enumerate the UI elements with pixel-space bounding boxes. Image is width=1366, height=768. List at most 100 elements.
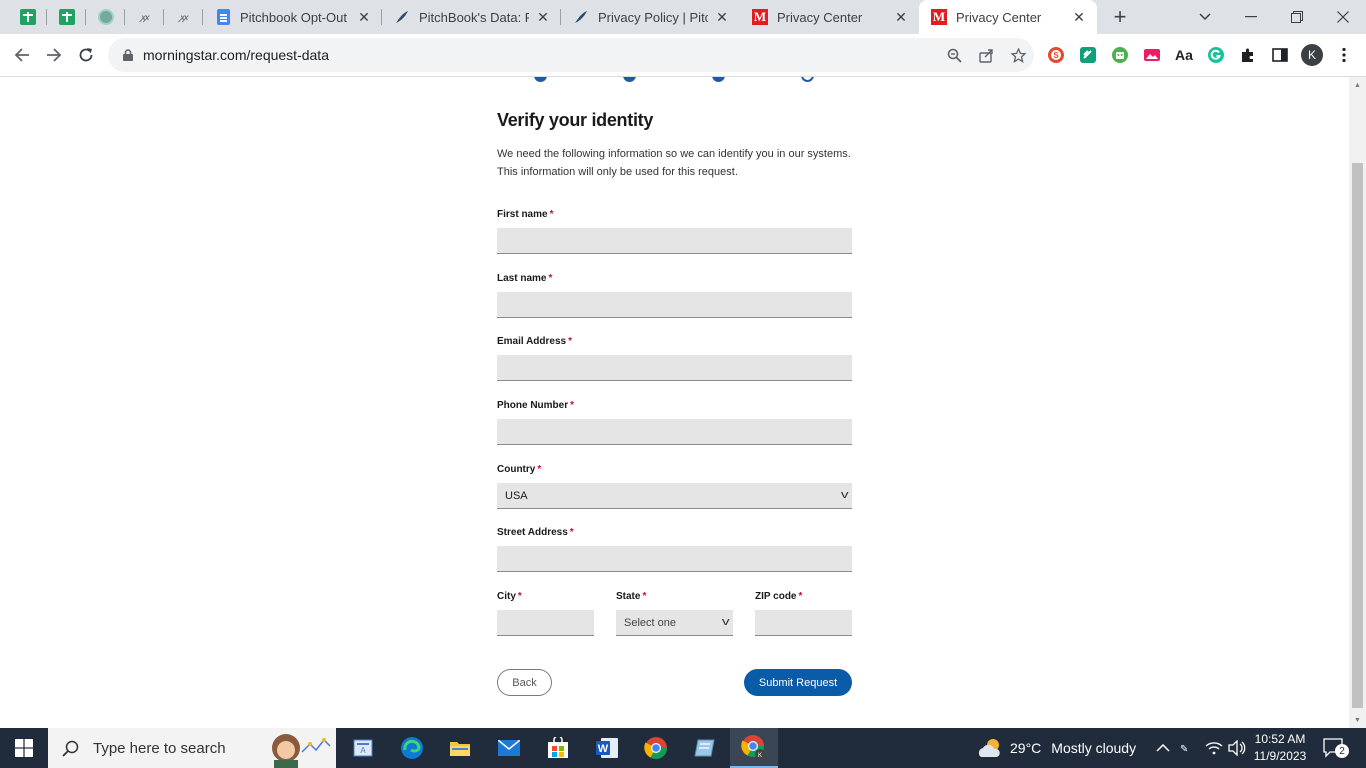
- search-highlight-illustration-icon: [272, 734, 331, 768]
- pitchbook-icon: [575, 11, 587, 23]
- puzzle-extensions-icon[interactable]: [1237, 44, 1259, 66]
- font-extension-icon[interactable]: Aa: [1173, 44, 1195, 66]
- street-address-field[interactable]: [497, 546, 852, 572]
- morningstar-icon: M: [931, 9, 947, 25]
- side-panel-icon[interactable]: [1269, 44, 1291, 66]
- intro-text: We need the following information so we …: [497, 148, 851, 178]
- mail-icon[interactable]: [485, 728, 533, 768]
- close-window-button[interactable]: [1320, 0, 1366, 34]
- weather-widget[interactable]: 29°C Mostly cloudy: [977, 728, 1136, 768]
- pitchbook-icon: [396, 11, 408, 23]
- tab-pinned-extension-1[interactable]: ꭗꭗ: [125, 0, 164, 34]
- picture-extension-icon[interactable]: [1141, 44, 1163, 66]
- word-icon[interactable]: W: [583, 728, 631, 768]
- input-method-icon[interactable]: ✎: [1180, 728, 1196, 768]
- arrow-right-icon: [47, 48, 62, 62]
- tab-privacy-center-active[interactable]: M Privacy Center ✕: [919, 0, 1097, 34]
- reload-button[interactable]: [71, 40, 101, 70]
- tab-privacy-center-1[interactable]: M Privacy Center ✕: [740, 0, 919, 34]
- phone-label: Phone Number *: [497, 400, 575, 411]
- back-button[interactable]: Back: [497, 669, 552, 696]
- phone-field[interactable]: [497, 419, 852, 445]
- extension-mark-icon: ꭗꭗ: [140, 12, 149, 22]
- step-dot: [712, 77, 725, 82]
- country-label: Country *: [497, 464, 542, 475]
- file-explorer-icon[interactable]: A: [339, 728, 387, 768]
- chrome-profile-icon[interactable]: K: [730, 728, 778, 768]
- first-name-label: First name *: [497, 209, 554, 220]
- edge-icon[interactable]: [388, 728, 436, 768]
- tab-pinned-sheets-2[interactable]: [47, 0, 86, 34]
- svg-text:W: W: [598, 743, 609, 755]
- tab-pitchbook-data[interactable]: PitchBook's Data: Pri ✕: [382, 0, 561, 34]
- zip-label: ZIP code *: [755, 591, 803, 602]
- tab-title: Privacy Policy | PitchB: [598, 9, 708, 25]
- morningstar-icon: M: [752, 9, 768, 25]
- url-text[interactable]: morningstar.com/request-data: [143, 47, 938, 63]
- chevron-down-icon: v: [840, 489, 849, 501]
- city-field[interactable]: [497, 610, 594, 636]
- extension-mark-icon: ꭗꭗ: [179, 12, 188, 22]
- search-icon: [62, 740, 79, 757]
- cloud-sun-icon: [978, 739, 1000, 757]
- wifi-icon[interactable]: [1205, 728, 1223, 768]
- state-select[interactable]: Select one v: [616, 610, 733, 636]
- first-name-field[interactable]: [497, 228, 852, 254]
- close-icon[interactable]: ✕: [1069, 7, 1089, 27]
- windows-logo-icon: [15, 739, 33, 757]
- close-icon[interactable]: ✕: [712, 7, 732, 27]
- submit-request-button[interactable]: Submit Request: [744, 669, 852, 696]
- step-dot: [534, 77, 547, 82]
- country-select[interactable]: USA v: [497, 483, 852, 509]
- bookmark-star-icon[interactable]: [1002, 39, 1034, 71]
- notes-icon[interactable]: [681, 728, 729, 768]
- arrow-left-icon: [14, 48, 29, 62]
- weather-condition: Mostly cloudy: [1051, 740, 1137, 756]
- profile-avatar[interactable]: K: [1301, 44, 1323, 66]
- store-icon[interactable]: [534, 728, 582, 768]
- chrome-icon[interactable]: [632, 728, 680, 768]
- close-icon[interactable]: ✕: [891, 7, 911, 27]
- edit-extension-icon[interactable]: [1077, 44, 1099, 66]
- address-bar[interactable]: morningstar.com/request-data: [108, 38, 1034, 72]
- notification-count-badge: 2: [1335, 744, 1349, 758]
- minimize-button[interactable]: [1228, 0, 1274, 34]
- taskbar-search-box[interactable]: Type here to search: [48, 728, 336, 768]
- show-hidden-icons-button[interactable]: [1156, 728, 1170, 768]
- volume-icon[interactable]: [1228, 728, 1246, 768]
- close-icon[interactable]: ✕: [533, 7, 553, 27]
- back-nav-button[interactable]: [7, 40, 37, 70]
- shield-extension-icon[interactable]: S: [1045, 44, 1067, 66]
- start-button[interactable]: [0, 728, 48, 768]
- restore-button[interactable]: [1274, 0, 1320, 34]
- email-label: Email Address *: [497, 336, 573, 347]
- system-clock[interactable]: 10:52 AM 11/9/2023: [1248, 731, 1312, 765]
- last-name-field[interactable]: [497, 292, 852, 318]
- scroll-down-icon[interactable]: ▼: [1352, 714, 1363, 726]
- folder-icon[interactable]: [436, 728, 484, 768]
- zip-field[interactable]: [755, 610, 852, 636]
- tab-privacy-policy-pitchbook[interactable]: Privacy Policy | PitchB ✕: [561, 0, 740, 34]
- zoom-icon[interactable]: [938, 39, 970, 71]
- page-content: Verify your identity We need the followi…: [0, 77, 1366, 728]
- lock-icon[interactable]: [121, 48, 135, 62]
- tab-pitchbook-opt-out[interactable]: Pitchbook Opt-Out - ✕: [203, 0, 382, 34]
- kebab-menu-icon[interactable]: [1333, 44, 1355, 66]
- scroll-up-icon[interactable]: ▲: [1352, 79, 1363, 91]
- tab-title: Privacy Center: [956, 9, 1042, 25]
- tab-pinned-extension-2[interactable]: ꭗꭗ: [164, 0, 203, 34]
- weather-temperature: 29°C: [1010, 740, 1042, 756]
- robot-extension-icon[interactable]: [1109, 44, 1131, 66]
- tab-pinned-chatgpt[interactable]: [86, 0, 125, 34]
- tab-search-button[interactable]: [1182, 0, 1228, 34]
- close-icon[interactable]: ✕: [354, 7, 374, 27]
- share-icon[interactable]: [970, 39, 1002, 71]
- country-value: USA: [505, 489, 528, 502]
- tab-pinned-sheets-1[interactable]: [8, 0, 47, 34]
- forward-nav-button[interactable]: [39, 40, 69, 70]
- grammarly-icon[interactable]: [1205, 44, 1227, 66]
- new-tab-button[interactable]: +: [1097, 0, 1143, 34]
- scrollbar-thumb[interactable]: [1352, 163, 1363, 708]
- email-field[interactable]: [497, 355, 852, 381]
- notification-center-button[interactable]: 2: [1322, 728, 1349, 768]
